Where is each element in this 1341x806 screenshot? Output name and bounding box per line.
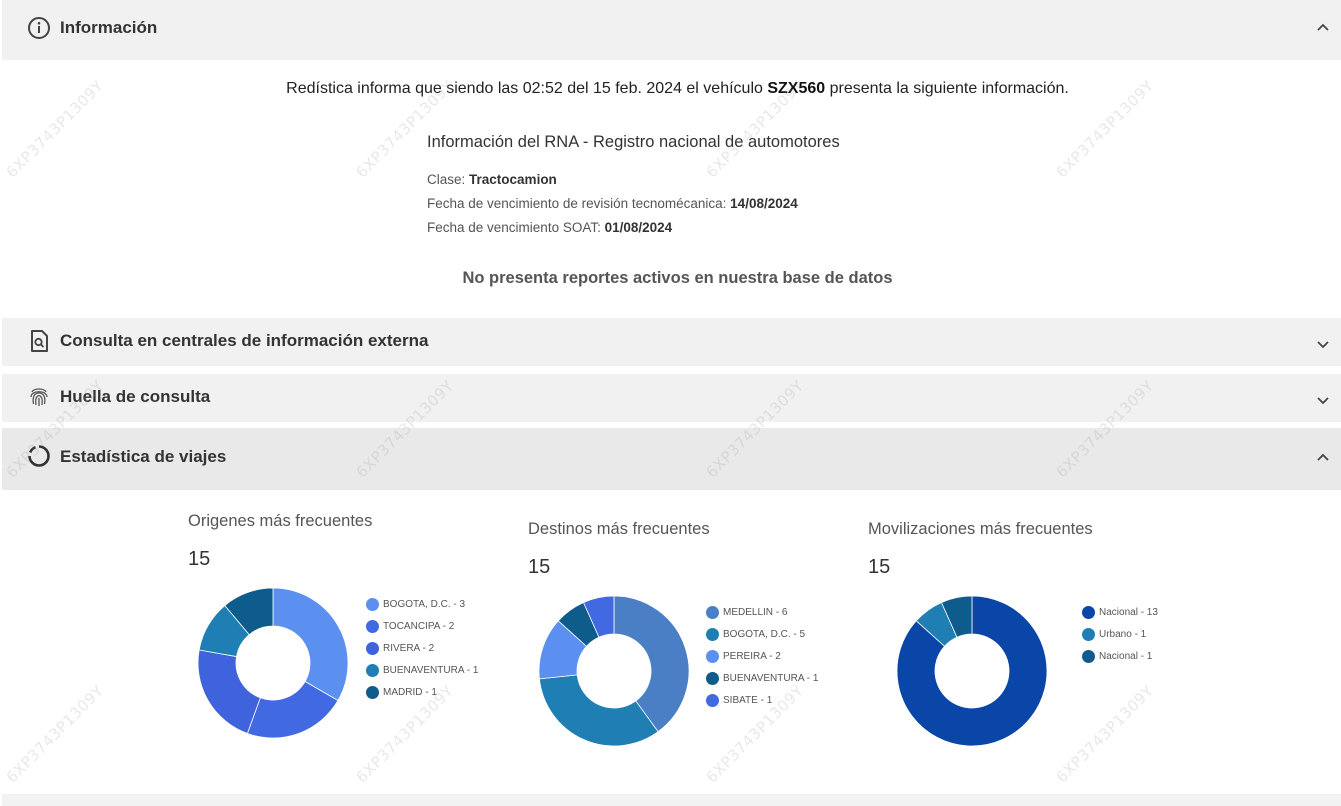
legend-item[interactable]: Urbano - 1 <box>1082 623 1158 645</box>
legend-item[interactable]: BUENAVENTURA - 1 <box>706 667 818 689</box>
section-header-huella[interactable]: Huella de consulta <box>2 374 1341 422</box>
legend-item[interactable]: MEDELLIN - 6 <box>706 601 818 623</box>
legend-label: BUENAVENTURA - 1 <box>383 664 479 676</box>
legend-item[interactable]: BOGOTA, D.C. - 5 <box>706 623 818 645</box>
info-icon <box>27 16 51 40</box>
legend-swatch <box>706 649 719 663</box>
legend-label: BUENAVENTURA - 1 <box>723 672 819 684</box>
legend-label: TOCANCIPA - 2 <box>383 620 455 632</box>
legend-label: MEDELLIN - 6 <box>723 606 788 618</box>
section-header-estadistica[interactable]: Estadística de viajes <box>2 428 1341 490</box>
chart-movilizaciones: Movilizaciones más frecuentes 15 Naciona… <box>868 520 1198 760</box>
tecno-row: Fecha de vencimiento de revisión tecnomé… <box>427 196 798 211</box>
section-header-centrales[interactable]: Consulta en centrales de información ext… <box>2 318 1341 366</box>
section-title: Estadística de viajes <box>60 447 227 466</box>
chart-legend: BOGOTA, D.C. - 3 TOCANCIPA - 2 RIVERA - 2 B… <box>366 593 478 703</box>
legend-item[interactable]: Nacional - 1 <box>1082 645 1158 667</box>
clase-row: Clase: Tractocamion <box>427 172 557 187</box>
document-search-icon <box>27 329 51 353</box>
legend-label: BOGOTA, D.C. - 3 <box>383 598 466 610</box>
intro-text: Redística informa que siendo las 02:52 d… <box>2 80 1341 98</box>
legend-item[interactable]: BOGOTA, D.C. - 3 <box>366 593 478 615</box>
legend-label: RIVERA - 2 <box>383 642 435 654</box>
chart-origenes: Origenes más frecuentes 15 BOGOTA, D.C. … <box>188 512 508 752</box>
donut-icon <box>27 444 51 468</box>
chart-destinos: Destinos más frecuentes 15 MEDELLIN - 6 B… <box>528 520 858 760</box>
legend-swatch <box>366 641 379 655</box>
section-title: Consulta en centrales de información ext… <box>60 331 429 350</box>
rna-title: Información del RNA - Registro nacional … <box>427 133 840 151</box>
soat-value: 01/08/2024 <box>604 220 673 235</box>
legend-label: PEREIRA - 2 <box>723 650 781 662</box>
donut-chart <box>197 587 349 739</box>
chart-total: 15 <box>188 548 211 570</box>
donut-slice-1[interactable] <box>538 674 659 747</box>
legend-item[interactable]: BUENAVENTURA - 1 <box>366 659 478 681</box>
donut-slice-2[interactable] <box>197 649 261 734</box>
chart-total: 15 <box>868 556 891 578</box>
chevron-up-icon[interactable] <box>1315 20 1331 36</box>
legend-swatch <box>706 605 719 619</box>
legend-item[interactable]: TOCANCIPA - 2 <box>366 615 478 637</box>
tecno-value: 14/08/2024 <box>730 196 798 211</box>
legend-swatch <box>706 671 719 685</box>
chart-title: Destinos más frecuentes <box>528 520 710 538</box>
chevron-down-icon[interactable] <box>1315 336 1331 352</box>
legend-item[interactable]: Nacional - 13 <box>1082 601 1158 623</box>
legend-label: MADRID - 1 <box>383 686 437 698</box>
legend-swatch <box>1082 627 1095 641</box>
legend-label: Urbano - 1 <box>1099 628 1147 640</box>
clase-label: Clase: <box>427 172 470 187</box>
legend-swatch <box>366 663 379 677</box>
tecno-label: Fecha de vencimiento de revisión tecnomé… <box>427 196 731 211</box>
legend-swatch <box>366 685 379 699</box>
chevron-up-icon[interactable] <box>1315 450 1331 466</box>
chart-total: 15 <box>528 556 551 578</box>
clase-value: Tractocamion <box>469 172 557 187</box>
chevron-down-icon[interactable] <box>1315 392 1331 408</box>
legend-label: Nacional - 13 <box>1099 606 1158 618</box>
legend-swatch <box>366 597 379 611</box>
legend-item[interactable]: SIBATE - 1 <box>706 689 818 711</box>
legend-swatch <box>1082 649 1095 663</box>
section-title: Información <box>60 18 158 37</box>
no-reports-message: No presenta reportes activos en nuestra … <box>462 269 893 287</box>
soat-label: Fecha de vencimiento SOAT: <box>427 220 605 235</box>
fingerprint-icon <box>27 385 51 409</box>
legend-swatch <box>706 627 719 641</box>
legend-item[interactable]: RIVERA - 2 <box>366 637 478 659</box>
footer-strip <box>2 794 1341 806</box>
soat-row: Fecha de vencimiento SOAT: 01/08/2024 <box>427 220 672 235</box>
legend-item[interactable]: PEREIRA - 2 <box>706 645 818 667</box>
chart-legend: Nacional - 13 Urbano - 1 Nacional - 1 <box>1082 601 1158 667</box>
chart-title: Movilizaciones más frecuentes <box>868 520 1093 538</box>
donut-chart <box>896 595 1048 747</box>
legend-label: BOGOTA, D.C. - 5 <box>723 628 806 640</box>
legend-label: SIBATE - 1 <box>723 694 773 706</box>
donut-chart <box>538 595 690 747</box>
legend-item[interactable]: MADRID - 1 <box>366 681 478 703</box>
intro-prefix: Redística informa que siendo las 02:52 d… <box>286 80 768 97</box>
legend-label: Nacional - 1 <box>1099 650 1153 662</box>
report-panel: Información Redística informa que siendo… <box>2 0 1341 806</box>
chart-title: Origenes más frecuentes <box>188 512 373 530</box>
donut-slice-0[interactable] <box>272 587 349 702</box>
chart-legend: MEDELLIN - 6 BOGOTA, D.C. - 5 PEREIRA - 2 B… <box>706 601 818 711</box>
vehicle-plate: SZX560 <box>767 80 826 97</box>
legend-swatch <box>706 693 719 707</box>
intro-suffix: presenta la siguiente información. <box>825 80 1069 97</box>
legend-swatch <box>1082 605 1095 619</box>
section-header-informacion[interactable]: Información <box>2 0 1341 60</box>
legend-swatch <box>366 619 379 633</box>
section-title: Huella de consulta <box>60 387 211 406</box>
